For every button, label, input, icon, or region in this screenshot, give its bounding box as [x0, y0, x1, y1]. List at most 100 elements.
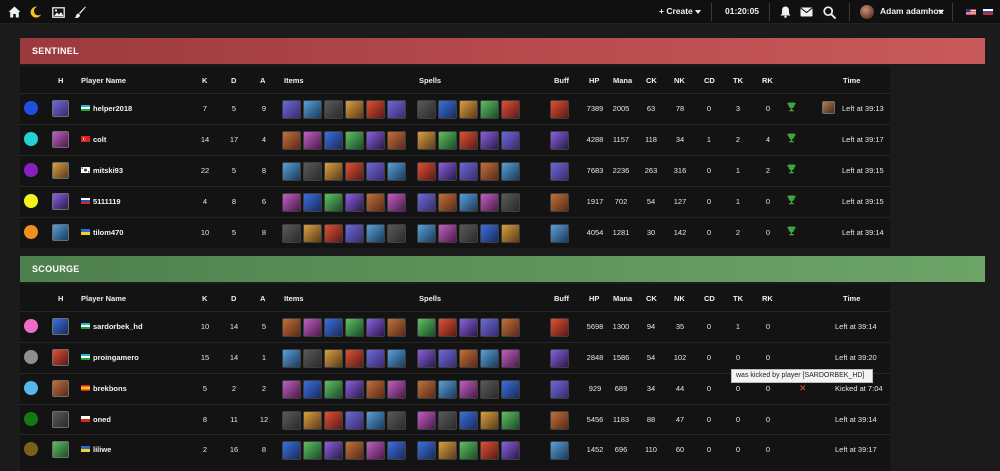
- item-slot[interactable]: [303, 318, 322, 337]
- player-name-link[interactable]: liliwe: [93, 445, 111, 454]
- column-header-buff[interactable]: Buff: [554, 294, 569, 303]
- item-slot[interactable]: [303, 441, 322, 460]
- hero-portrait[interactable]: [52, 193, 69, 210]
- item-slot[interactable]: [324, 162, 343, 181]
- spell-slot[interactable]: [438, 131, 457, 150]
- spell-slot[interactable]: [438, 349, 457, 368]
- spell-slot[interactable]: [501, 318, 520, 337]
- item-slot[interactable]: [366, 318, 385, 337]
- player-name-link[interactable]: helper2018: [93, 104, 132, 113]
- item-slot[interactable]: [282, 193, 301, 212]
- column-header-hp[interactable]: HP: [589, 76, 599, 85]
- spell-slot[interactable]: [480, 131, 499, 150]
- hero-portrait[interactable]: [52, 100, 69, 117]
- player-name-link[interactable]: oned: [93, 415, 111, 424]
- column-header-a[interactable]: A: [260, 294, 265, 303]
- item-slot[interactable]: [387, 193, 406, 212]
- item-slot[interactable]: [303, 100, 322, 119]
- spell-slot[interactable]: [501, 100, 520, 119]
- item-slot[interactable]: [366, 380, 385, 399]
- spell-slot[interactable]: [438, 193, 457, 212]
- spell-slot[interactable]: [501, 411, 520, 430]
- item-slot[interactable]: [282, 349, 301, 368]
- item-slot[interactable]: [387, 162, 406, 181]
- buff-slot[interactable]: [550, 131, 569, 150]
- column-header-ck[interactable]: CK: [646, 76, 657, 85]
- item-slot[interactable]: [324, 441, 343, 460]
- item-slot[interactable]: [303, 411, 322, 430]
- hero-portrait[interactable]: [52, 349, 69, 366]
- search-icon[interactable]: [821, 4, 837, 20]
- spell-slot[interactable]: [438, 411, 457, 430]
- column-header-spells[interactable]: Spells: [419, 76, 441, 85]
- spell-slot[interactable]: [417, 441, 436, 460]
- column-header-d[interactable]: D: [231, 294, 236, 303]
- item-slot[interactable]: [303, 349, 322, 368]
- item-slot[interactable]: [387, 100, 406, 119]
- buff-slot[interactable]: [550, 318, 569, 337]
- spell-slot[interactable]: [480, 224, 499, 243]
- column-header-buff[interactable]: Buff: [554, 76, 569, 85]
- buff-slot[interactable]: [550, 162, 569, 181]
- column-header-mana[interactable]: Mana: [613, 294, 632, 303]
- column-header-cd[interactable]: CD: [704, 294, 715, 303]
- item-slot[interactable]: [324, 380, 343, 399]
- item-slot[interactable]: [345, 100, 364, 119]
- column-header-time[interactable]: Time: [843, 294, 860, 303]
- spell-slot[interactable]: [417, 411, 436, 430]
- spell-slot[interactable]: [480, 411, 499, 430]
- item-slot[interactable]: [345, 224, 364, 243]
- spell-slot[interactable]: [438, 162, 457, 181]
- item-slot[interactable]: [345, 131, 364, 150]
- item-slot[interactable]: [282, 100, 301, 119]
- spell-slot[interactable]: [417, 318, 436, 337]
- spell-slot[interactable]: [417, 100, 436, 119]
- hero-portrait[interactable]: [52, 162, 69, 179]
- column-header-h[interactable]: H: [58, 76, 63, 85]
- column-header-k[interactable]: K: [202, 294, 207, 303]
- item-slot[interactable]: [324, 100, 343, 119]
- item-slot[interactable]: [387, 411, 406, 430]
- spell-slot[interactable]: [459, 349, 478, 368]
- player-name-link[interactable]: colt: [93, 135, 106, 144]
- column-header-player[interactable]: Player Name: [81, 294, 126, 303]
- item-slot[interactable]: [324, 349, 343, 368]
- mail-icon[interactable]: [798, 4, 814, 20]
- item-slot[interactable]: [303, 193, 322, 212]
- spell-slot[interactable]: [417, 349, 436, 368]
- column-header-spells[interactable]: Spells: [419, 294, 441, 303]
- spell-slot[interactable]: [501, 349, 520, 368]
- column-header-k[interactable]: K: [202, 76, 207, 85]
- spell-slot[interactable]: [417, 162, 436, 181]
- buff-slot[interactable]: [550, 349, 569, 368]
- column-header-player[interactable]: Player Name: [81, 76, 126, 85]
- player-name-link[interactable]: proingamero: [93, 353, 139, 362]
- spell-slot[interactable]: [459, 193, 478, 212]
- create-menu-button[interactable]: + Create: [659, 6, 693, 16]
- hero-portrait[interactable]: [52, 131, 69, 148]
- item-slot[interactable]: [282, 411, 301, 430]
- buff-slot[interactable]: [550, 193, 569, 212]
- spell-slot[interactable]: [501, 131, 520, 150]
- item-slot[interactable]: [387, 349, 406, 368]
- spell-slot[interactable]: [480, 349, 499, 368]
- item-slot[interactable]: [345, 162, 364, 181]
- item-slot[interactable]: [324, 131, 343, 150]
- player-name-link[interactable]: tilom470: [93, 228, 123, 237]
- item-slot[interactable]: [387, 441, 406, 460]
- item-slot[interactable]: [324, 318, 343, 337]
- spell-slot[interactable]: [480, 193, 499, 212]
- spell-slot[interactable]: [438, 318, 457, 337]
- item-slot[interactable]: [282, 162, 301, 181]
- spell-slot[interactable]: [501, 441, 520, 460]
- item-slot[interactable]: [282, 224, 301, 243]
- brush-icon[interactable]: [72, 4, 88, 20]
- spell-slot[interactable]: [480, 380, 499, 399]
- column-header-items[interactable]: Items: [284, 76, 304, 85]
- player-name-link[interactable]: mitski93: [93, 166, 123, 175]
- spell-slot[interactable]: [501, 224, 520, 243]
- spell-slot[interactable]: [480, 441, 499, 460]
- item-slot[interactable]: [366, 131, 385, 150]
- item-slot[interactable]: [387, 380, 406, 399]
- column-header-rk[interactable]: RK: [762, 294, 773, 303]
